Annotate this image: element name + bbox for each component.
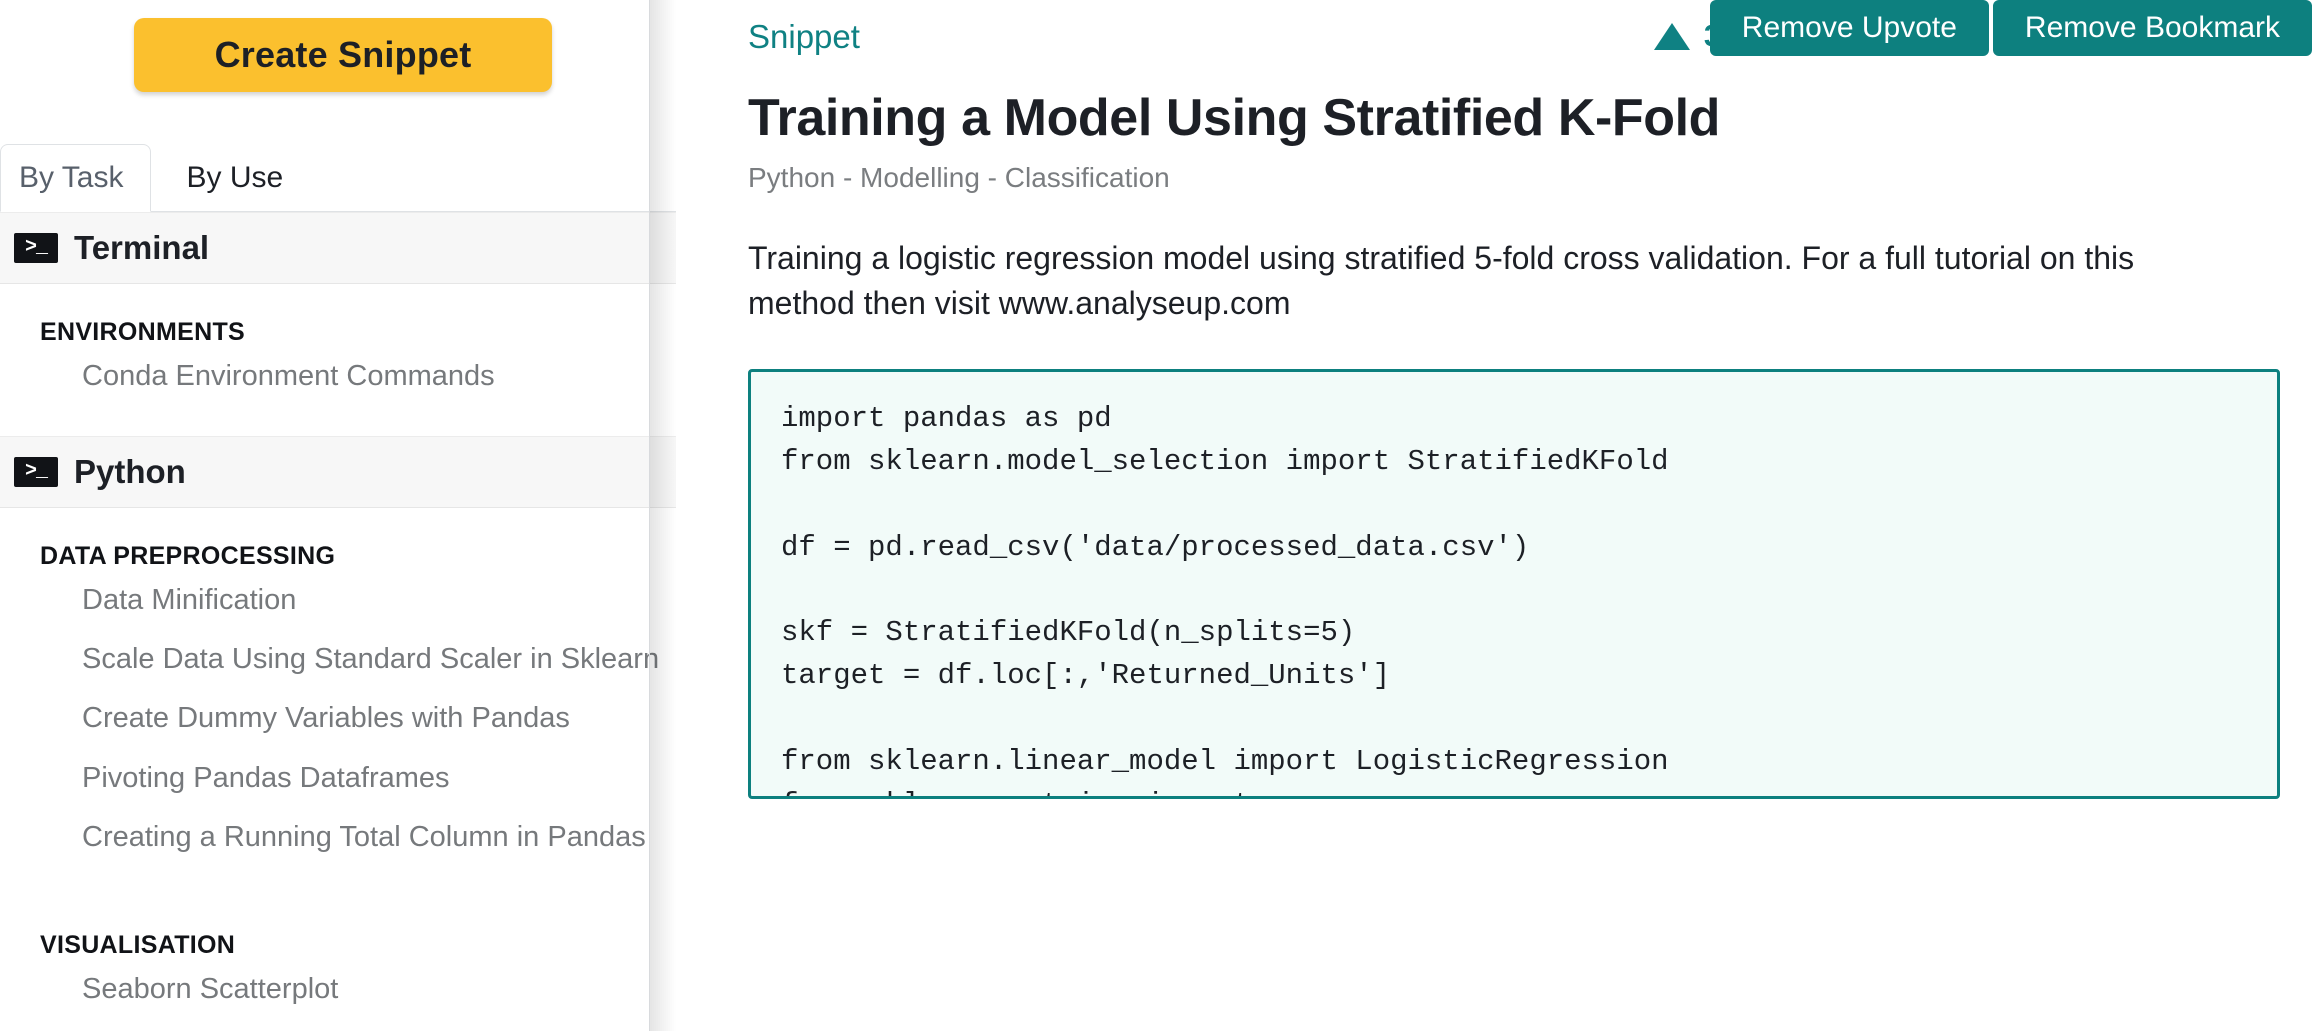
sidebar-section-data-preprocessing: DATA PREPROCESSING: [40, 542, 336, 571]
sidebar-item-data-minification[interactable]: Data Minification: [0, 571, 676, 630]
sidebar-section-items-visualisation: Seaborn Scatterplot Seaborn Histogram: [0, 960, 676, 1031]
triangle-up-icon[interactable]: [1653, 22, 1690, 50]
create-snippet-container: Create Snippet: [0, 0, 676, 92]
content-topbar: Snippet 3 Upvotes Remove Upvote Remove B…: [740, 0, 2312, 82]
sidebar-item-scale-data-standard-scaler[interactable]: Scale Data Using Standard Scaler in Skle…: [0, 630, 676, 689]
create-snippet-button[interactable]: Create Snippet: [134, 18, 552, 92]
sidebar-group-terminal[interactable]: >_ Terminal: [0, 212, 676, 284]
main-content: Snippet 3 Upvotes Remove Upvote Remove B…: [676, 0, 2312, 1031]
terminal-icon: >_: [14, 457, 58, 488]
snippet-type-label: Snippet: [748, 18, 860, 55]
sidebar-section-environments: ENVIRONMENTS: [40, 318, 246, 346]
sidebar-edge-line: [649, 0, 650, 1031]
sidebar-section-visualisation: VISUALISATION: [40, 930, 236, 959]
page-title: Training a Model Using Stratified K-Fold: [748, 89, 1721, 147]
tab-by-task[interactable]: By Task: [0, 144, 151, 212]
sidebar-section-items-data-preprocessing: Data Minification Scale Data Using Stand…: [0, 571, 676, 897]
snippet-description: Training a logistic regression model usi…: [748, 240, 2135, 322]
breadcrumb: Python - Modelling - Classification: [748, 162, 1170, 193]
action-buttons: Remove Upvote Remove Bookmark: [1709, 0, 2312, 56]
sidebar-item-creating-running-total-column[interactable]: Creating a Running Total Column in Panda…: [0, 808, 676, 867]
sidebar-tabs: By Task By Use: [0, 144, 676, 212]
code-block[interactable]: import pandas as pd from sklearn.model_s…: [748, 368, 2280, 799]
sidebar-item-pivoting-pandas-dataframes[interactable]: Pivoting Pandas Dataframes: [0, 749, 676, 808]
sidebar-group-python[interactable]: >_ Python: [0, 436, 676, 509]
remove-bookmark-button[interactable]: Remove Bookmark: [1992, 0, 2312, 56]
sidebar-nav: >_ Terminal ENVIRONMENTS Conda Environme…: [0, 212, 676, 1031]
sidebar: Create Snippet By Task By Use >_ Termina…: [0, 0, 676, 1031]
terminal-icon: >_: [14, 233, 58, 263]
sidebar-item-seaborn-histogram[interactable]: Seaborn Histogram: [0, 1019, 676, 1031]
tab-by-use[interactable]: By Use: [151, 144, 310, 212]
app-root: Create Snippet By Task By Use >_ Termina…: [0, 0, 2312, 1031]
code-content: import pandas as pd from sklearn.model_s…: [781, 401, 1669, 796]
remove-upvote-button[interactable]: Remove Upvote: [1709, 0, 1989, 56]
sidebar-item-conda-environment-commands[interactable]: Conda Environment Commands: [0, 347, 676, 406]
sidebar-item-create-dummy-variables[interactable]: Create Dummy Variables with Pandas: [0, 689, 676, 748]
sidebar-group-label-terminal: Terminal: [74, 229, 210, 266]
sidebar-group-label-python: Python: [74, 453, 186, 491]
sidebar-item-seaborn-scatterplot[interactable]: Seaborn Scatterplot: [0, 960, 676, 1019]
sidebar-section-items-environments: Conda Environment Commands: [0, 347, 676, 436]
